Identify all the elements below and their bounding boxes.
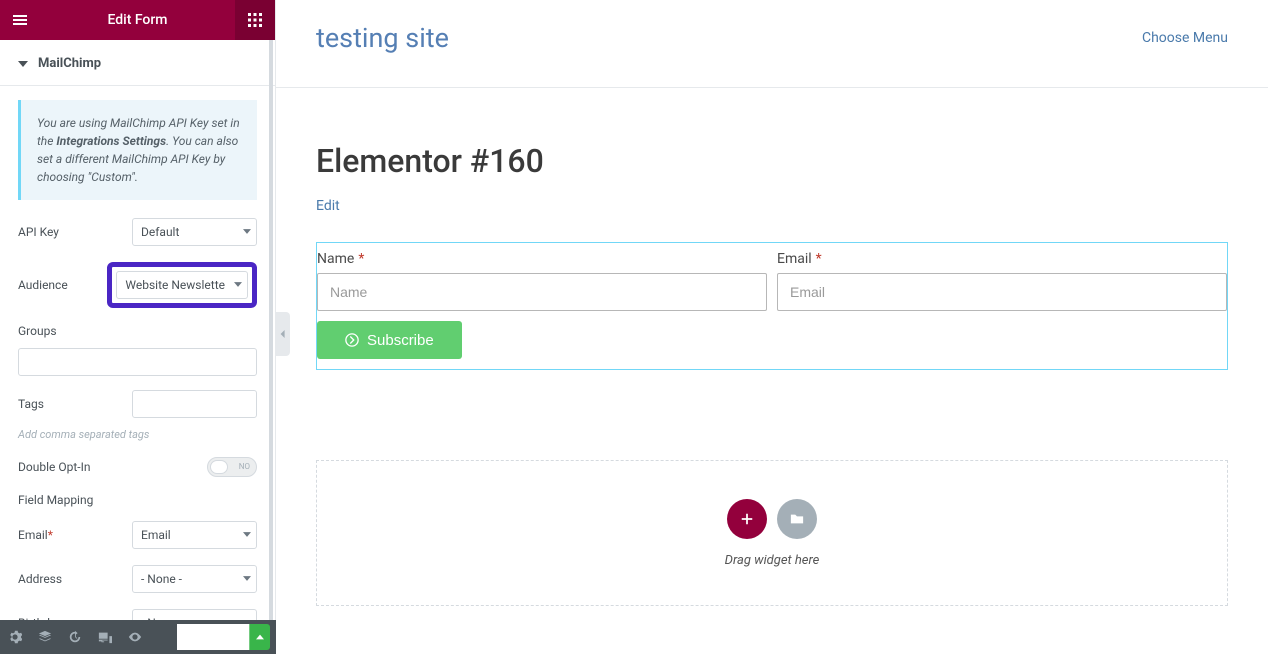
sidebar-collapse-handle[interactable] — [276, 312, 290, 356]
preview-icon[interactable] — [120, 620, 150, 654]
field-mapping-title: Field Mapping — [18, 493, 257, 507]
site-header: testing site Choose Menu — [276, 0, 1268, 77]
sidebar-title: Edit Form — [40, 12, 235, 28]
info-notice: You are using MailChimp API Key set in t… — [18, 100, 257, 200]
preview-area: testing site Choose Menu Elementor #160 … — [276, 0, 1268, 654]
page-content: Elementor #160 Edit Name* Email* Subscri… — [276, 88, 1268, 636]
folder-icon — [790, 512, 804, 526]
sidebar-header: Edit Form — [0, 0, 275, 40]
name-input[interactable] — [317, 273, 767, 311]
update-button[interactable]: UPDATE — [177, 624, 270, 650]
section-title: MailChimp — [38, 56, 101, 71]
tags-help: Add comma separated tags — [18, 428, 257, 441]
form-widget[interactable]: Name* Email* Subscribe — [316, 242, 1228, 370]
responsive-icon[interactable] — [90, 620, 120, 654]
subscribe-button[interactable]: Subscribe — [317, 321, 462, 359]
history-icon[interactable] — [60, 620, 90, 654]
api-key-select[interactable]: Default — [132, 218, 257, 246]
add-section-button[interactable] — [727, 499, 767, 539]
tags-label: Tags — [18, 397, 132, 411]
groups-label: Groups — [18, 324, 257, 338]
address-map-select[interactable]: - None - — [132, 565, 257, 593]
editor-sidebar: Edit Form MailChimp You are using MailCh… — [0, 0, 276, 654]
email-map-label: Email* — [18, 528, 132, 542]
double-optin-toggle[interactable]: NO — [207, 457, 257, 477]
navigator-icon[interactable] — [30, 620, 60, 654]
drop-hint: Drag widget here — [725, 553, 820, 568]
drop-zone[interactable]: Drag widget here — [316, 460, 1228, 606]
settings-icon[interactable] — [0, 620, 30, 654]
email-label: Email* — [777, 251, 1227, 267]
audience-highlight: Website Newslette — [107, 262, 257, 308]
section-mailchimp: You are using MailChimp API Key set in t… — [0, 86, 275, 654]
double-optin-label: Double Opt-In — [18, 460, 90, 474]
page-title: Elementor #160 — [316, 142, 1228, 180]
site-title[interactable]: testing site — [316, 22, 449, 54]
groups-input[interactable] — [18, 348, 257, 376]
menu-icon[interactable] — [0, 0, 40, 40]
apps-icon[interactable] — [235, 0, 275, 40]
email-input[interactable] — [777, 273, 1227, 311]
section-toggle-mailchimp[interactable]: MailChimp — [0, 40, 275, 86]
email-map-select[interactable]: Email — [132, 521, 257, 549]
bottom-toolbar: UPDATE — [0, 620, 276, 654]
tags-input[interactable] — [132, 390, 257, 418]
name-label: Name* — [317, 251, 767, 267]
edit-link[interactable]: Edit — [316, 198, 340, 214]
audience-label: Audience — [18, 278, 107, 292]
arrow-right-circle-icon — [345, 333, 359, 347]
sidebar-scrollbar[interactable] — [269, 40, 273, 620]
address-map-label: Address — [18, 572, 132, 586]
choose-menu-link[interactable]: Choose Menu — [1142, 30, 1228, 46]
template-button[interactable] — [777, 499, 817, 539]
sidebar-body: MailChimp You are using MailChimp API Ke… — [0, 40, 275, 654]
api-key-label: API Key — [18, 225, 132, 239]
audience-select[interactable]: Website Newslette — [116, 271, 248, 299]
plus-icon — [740, 512, 754, 526]
caret-up-icon[interactable] — [249, 624, 270, 650]
